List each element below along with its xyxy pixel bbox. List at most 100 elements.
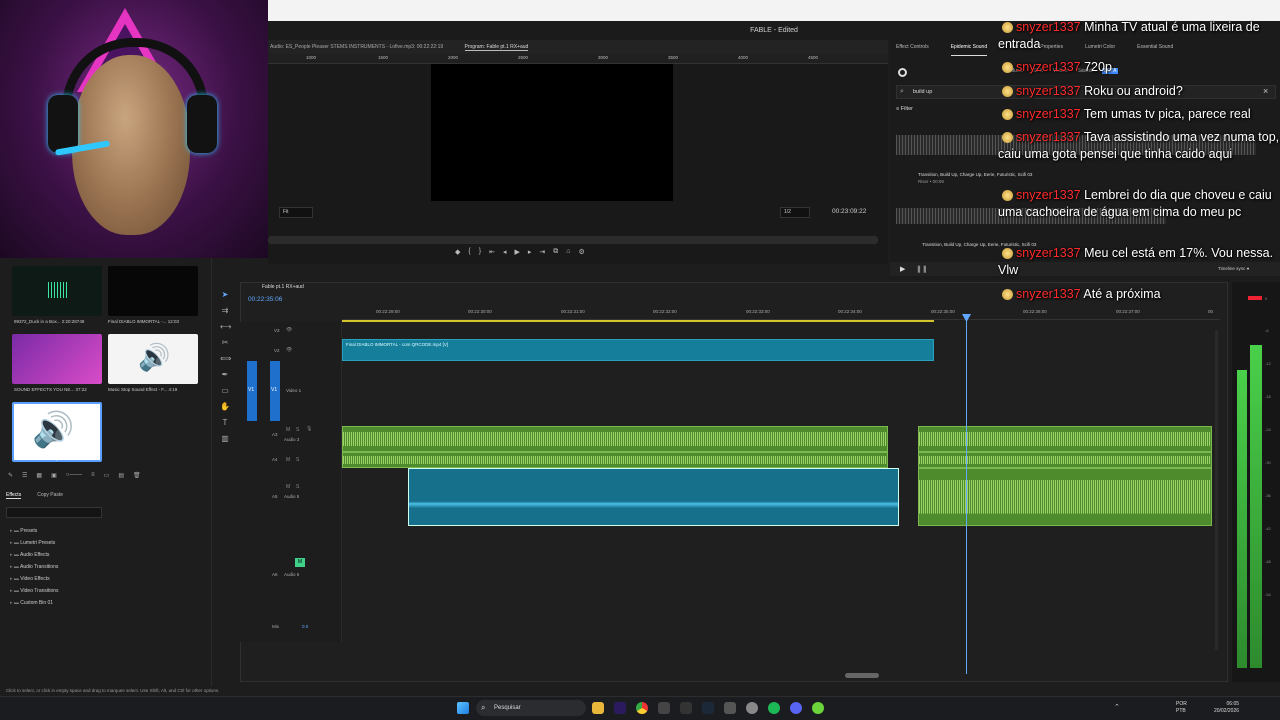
- bin-item-selected[interactable]: 🔊: [12, 402, 102, 462]
- mute-button[interactable]: M: [286, 427, 290, 433]
- discord-icon[interactable]: [790, 702, 802, 714]
- eye-icon[interactable]: 👁: [286, 327, 292, 333]
- play-icon[interactable]: ▶: [900, 265, 905, 273]
- marker-icon[interactable]: ◆: [455, 248, 460, 260]
- tray-chevron-icon[interactable]: ⌃: [1114, 703, 1120, 711]
- app-icon[interactable]: [724, 702, 736, 714]
- windows-start-icon[interactable]: [457, 702, 469, 714]
- steam-icon[interactable]: [702, 702, 714, 714]
- track-select-icon[interactable]: ⇉: [220, 306, 230, 316]
- effects-search-input[interactable]: [6, 507, 102, 518]
- track-v3-label[interactable]: V3: [274, 328, 280, 333]
- pause-icon[interactable]: ❚❚: [916, 265, 928, 273]
- icon-view-icon[interactable]: ▦: [36, 472, 42, 482]
- solo-button[interactable]: S: [296, 457, 299, 463]
- spotify-icon[interactable]: [768, 702, 780, 714]
- trash-icon[interactable]: 🗑: [133, 472, 141, 482]
- new-item-icon[interactable]: ▤: [118, 472, 124, 482]
- folder-audio-effects[interactable]: Audio Effects: [10, 549, 59, 561]
- language-indicator[interactable]: POR PTB: [1176, 701, 1187, 715]
- track-a6-label[interactable]: A6: [272, 572, 278, 577]
- obs-icon[interactable]: [680, 702, 692, 714]
- filter-button[interactable]: ≡ Filter: [896, 106, 913, 112]
- app-green-icon[interactable]: [812, 702, 824, 714]
- folder-custom-bin[interactable]: Custom Bin 01: [10, 597, 59, 609]
- mute-button[interactable]: M: [286, 457, 290, 463]
- notion-icon[interactable]: [658, 702, 670, 714]
- tab-copy-paste[interactable]: Copy Paste: [37, 492, 63, 499]
- slip-icon[interactable]: ⟺: [220, 354, 231, 364]
- rectangle-icon[interactable]: ▭: [220, 386, 230, 396]
- track-a3-label[interactable]: A3: [272, 432, 278, 437]
- audio-clip[interactable]: [918, 468, 1212, 526]
- resolution-dropdown[interactable]: 1/2: [780, 207, 810, 218]
- folder-video-effects[interactable]: Video Effects: [10, 573, 59, 585]
- audio-clip-selected[interactable]: [408, 468, 899, 526]
- folder-video-transitions[interactable]: Video Transitions: [10, 585, 58, 597]
- settings-icon[interactable]: ⚙: [578, 248, 584, 260]
- lift-icon[interactable]: ⧉: [553, 248, 558, 260]
- program-video-frame[interactable]: [431, 64, 673, 201]
- step-forward-icon[interactable]: ▸: [528, 248, 532, 260]
- timeline-ruler[interactable]: 00:22:29:00 00:22:30:00 00:22:31:00 00:2…: [342, 306, 1220, 320]
- chrome-icon[interactable]: [636, 702, 648, 714]
- bin-item[interactable]: [108, 266, 198, 316]
- play-icon[interactable]: ▶: [514, 248, 519, 260]
- track-a5-label[interactable]: A5: [272, 494, 278, 499]
- razor-icon[interactable]: ✂: [220, 338, 230, 348]
- audio-clip[interactable]: [918, 452, 1212, 468]
- source-audio-label[interactable]: Audio: ES_People Pleaser STEMS INSTRUMEN…: [270, 44, 443, 50]
- ripple-edit-icon[interactable]: ⟷: [220, 322, 231, 332]
- timeline-timecode[interactable]: 00:22:35:06: [248, 296, 282, 303]
- eye-icon[interactable]: 👁: [286, 347, 292, 353]
- bin-item[interactable]: [12, 266, 102, 316]
- hand-icon[interactable]: ✋: [220, 402, 230, 412]
- settings-gear-icon[interactable]: [746, 702, 758, 714]
- sort-icon[interactable]: ≡: [91, 472, 95, 482]
- folder-audio-transitions[interactable]: Audio Transitions: [10, 561, 59, 573]
- new-bin-icon[interactable]: ▭: [104, 472, 110, 482]
- tab-effect-controls[interactable]: Effect Controls: [896, 44, 929, 56]
- mute-button[interactable]: M: [286, 484, 290, 490]
- program-timecode[interactable]: 00:23:09:22: [832, 208, 866, 215]
- selection-tool-icon[interactable]: ➤: [220, 290, 230, 300]
- program-tab[interactable]: Program: Fable pt.1 RX+aud: [464, 44, 529, 51]
- track-a4-label[interactable]: A4: [272, 457, 278, 462]
- audio-clip[interactable]: [918, 426, 1212, 452]
- type-icon[interactable]: T: [220, 418, 230, 428]
- mute-button-active[interactable]: M: [295, 558, 305, 567]
- premiere-icon[interactable]: [614, 702, 626, 714]
- taskbar-search[interactable]: Pesquisar: [476, 700, 586, 716]
- work-area-bar[interactable]: [342, 320, 934, 322]
- tab-effects[interactable]: Effects: [6, 492, 22, 499]
- sequence-tab[interactable]: Fable pt.1 RX+aud: [262, 284, 304, 290]
- video-clip[interactable]: Final DIABLO IMMORTAL - com QRCODE.mp4 […: [342, 339, 934, 361]
- solo-button[interactable]: S: [296, 427, 299, 433]
- export-frame-icon[interactable]: ⌂: [566, 248, 570, 260]
- go-to-in-icon[interactable]: ⇤: [489, 248, 495, 260]
- mark-out-icon[interactable]: }: [479, 248, 481, 260]
- v1-target-track[interactable]: V1: [270, 361, 280, 421]
- timeline-vertical-scrollbar[interactable]: [1215, 330, 1218, 650]
- mic-icon[interactable]: 🎙: [306, 426, 312, 432]
- freeform-view-icon[interactable]: ▣: [51, 472, 57, 482]
- timeline-horizontal-scrollbar[interactable]: [845, 673, 879, 678]
- step-back-icon[interactable]: ◂: [503, 248, 507, 260]
- track-v2-label[interactable]: V2: [274, 348, 280, 353]
- playhead[interactable]: [966, 316, 967, 674]
- tab-epidemic-sound[interactable]: Epidemic Sound: [950, 44, 988, 56]
- solo-button[interactable]: S: [296, 484, 299, 490]
- v1-source-patch[interactable]: V1: [247, 361, 257, 421]
- fit-dropdown[interactable]: Fit: [279, 207, 313, 218]
- folder-presets[interactable]: Presets: [10, 525, 59, 537]
- folder-lumetri-presets[interactable]: Lumetri Presets: [10, 537, 59, 549]
- pencil-icon[interactable]: ✎: [8, 472, 13, 482]
- go-to-out-icon[interactable]: ⇥: [539, 248, 545, 260]
- monitor-scrub-bar[interactable]: [268, 236, 878, 244]
- bin-item[interactable]: 🔊: [108, 334, 198, 384]
- mix-volume-value[interactable]: 0.0: [302, 624, 308, 629]
- zoom-slider[interactable]: ○───: [66, 472, 82, 482]
- taskbar-clock[interactable]: 06:05 20/02/2026: [1214, 701, 1239, 715]
- audio-clip[interactable]: [342, 452, 888, 468]
- bars-icon[interactable]: ▥: [220, 434, 230, 444]
